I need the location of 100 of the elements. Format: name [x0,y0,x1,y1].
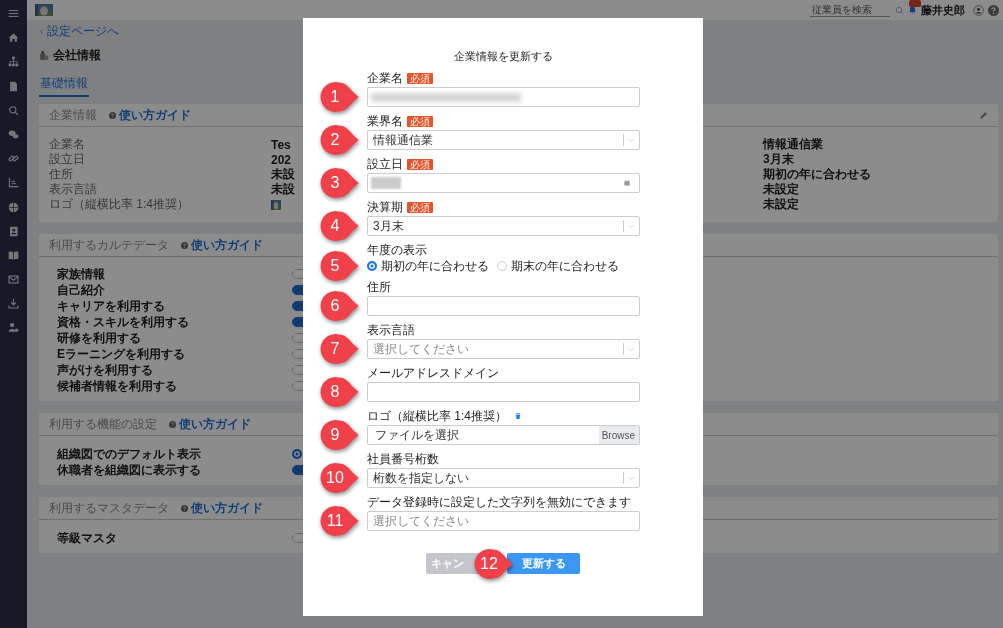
callout-marker: 9 [319,418,361,452]
search-icon[interactable] [8,104,19,116]
tab[interactable]: 基礎情報 [39,75,89,97]
select-field[interactable]: 選択してください [367,339,640,359]
setting-label: キャリアを利用する [57,297,166,315]
guide-link[interactable]: 使い方ガイド [109,106,191,124]
input-field[interactable] [367,296,640,316]
user-name[interactable]: 藤井史郎 [921,2,965,18]
guide-link[interactable]: 使い方ガイド [181,236,263,254]
field-label: 設立日 [49,151,86,168]
field-label: ロゴ（縦横比率 1:4推奨） [49,196,190,213]
trash-icon[interactable] [515,412,521,420]
input-field[interactable]: 選択してください [367,511,640,531]
field-label: 業界名 [367,112,403,130]
search-field[interactable]: 従業員を検索 [810,3,890,17]
setting-label: 候補者情報を利用する [57,377,178,395]
input-field[interactable] [367,382,640,402]
callout-marker: 8 [319,375,361,409]
field-label: ロゴ（縦横比率 1:4推奨） [367,407,507,425]
callout-marker: 3 [319,166,361,200]
required-badge: 必須 [407,72,433,84]
field-label: 設立日 [367,155,403,173]
book-icon[interactable] [8,249,19,261]
field-label: 社員番号桁数 [367,450,439,468]
question-icon [181,504,188,512]
radio-option[interactable]: 期初の年に合わせる [367,257,489,275]
setting-label: 声がけを利用する [57,361,154,379]
select-field[interactable]: 情報通信業 [367,130,640,150]
download-icon[interactable] [8,298,19,310]
date-field[interactable] [367,173,640,193]
back-link[interactable]: 設定ページへ [39,25,998,38]
required-badge: 必須 [407,158,433,170]
chat-icon[interactable] [8,128,19,140]
field-label: 企業名 [49,136,86,153]
field-value: 202 [271,152,292,167]
help-icon[interactable] [988,4,999,16]
field-value: 3月末 [763,151,794,167]
field-value: 未設 [271,181,295,198]
setting-label: 等級マスタ [57,529,118,547]
field-label: 年度の表示 [367,241,427,259]
setting-label: 組織図でのデフォルト表示 [57,445,202,463]
select-field[interactable]: 3月末 [367,216,640,236]
contact-card-icon[interactable] [8,225,19,237]
document-icon[interactable] [8,80,19,92]
field-label: 表示言語 [49,181,98,198]
select-field[interactable]: 桁数を指定しない [367,468,640,488]
update-button[interactable]: 更新する [507,553,580,574]
bell-icon[interactable] [908,5,917,15]
setting-label: 家族情報 [57,265,106,283]
user-avatar-icon[interactable] [973,4,984,16]
field-value: 未設 [271,166,295,183]
mail-icon[interactable] [8,274,19,286]
setting-label: 休職者を組織図に表示する [57,461,202,479]
card-title: 企業情報 [49,106,97,124]
guide-link[interactable]: 使い方ガイド [169,415,251,433]
field-label: メールアドレスドメイン [367,364,499,382]
field-value: 情報通信業 [763,136,823,153]
field-label: 企業名 [367,69,403,87]
globe-icon[interactable] [8,201,19,213]
page-title: 会社情報 [53,46,101,64]
building-icon [39,49,49,61]
bar-chart-icon[interactable] [8,177,19,189]
callout-marker: 2 [319,123,361,157]
home-icon[interactable] [8,32,19,44]
field-label: 住所 [49,166,74,183]
callout-marker: 6 [319,289,361,323]
pencil-icon[interactable] [979,110,988,120]
field-label: 住所 [367,278,391,296]
field-value: Tes [271,137,291,152]
callout-marker: 1 [319,80,361,114]
user-settings-icon[interactable] [8,322,19,334]
question-icon [109,111,116,119]
callout-marker: 11 [319,504,361,538]
question-icon [181,241,188,249]
dialog-title: 企業情報を更新する [453,50,553,64]
field-value: 未設定 [763,181,799,197]
setting-label: 研修を利用する [57,329,142,347]
org-chart-icon[interactable] [8,56,19,68]
callout-marker: 4 [319,209,361,243]
setting-label: Eラーニングを利用する [57,345,186,363]
radio-option[interactable]: 期末の年に合わせる [497,257,619,275]
chevron-left-icon [39,28,44,35]
callout-marker: 10 [319,461,361,495]
field-label: 決算期 [367,198,403,216]
field-label: 表示言語 [367,321,415,339]
callout-marker: 12 [473,546,515,581]
notification-badge [909,0,921,7]
callout-marker: 5 [319,249,361,283]
question-icon [169,420,176,428]
input-field[interactable] [367,87,640,107]
menu-icon[interactable] [8,8,19,19]
field-value: 未設定 [763,196,799,213]
setting-label: 資格・スキルを利用する [57,313,190,331]
link-icon[interactable] [8,153,19,165]
required-badge: 必須 [407,115,433,127]
card-title: 利用する機能の設定 [49,415,157,433]
calendar-icon [624,180,630,186]
field-label: データ登録時に設定した文字列を無効にできます [367,493,631,511]
field-value: 期初の年に合わせる [763,166,871,182]
guide-link[interactable]: 使い方ガイド [181,499,263,517]
